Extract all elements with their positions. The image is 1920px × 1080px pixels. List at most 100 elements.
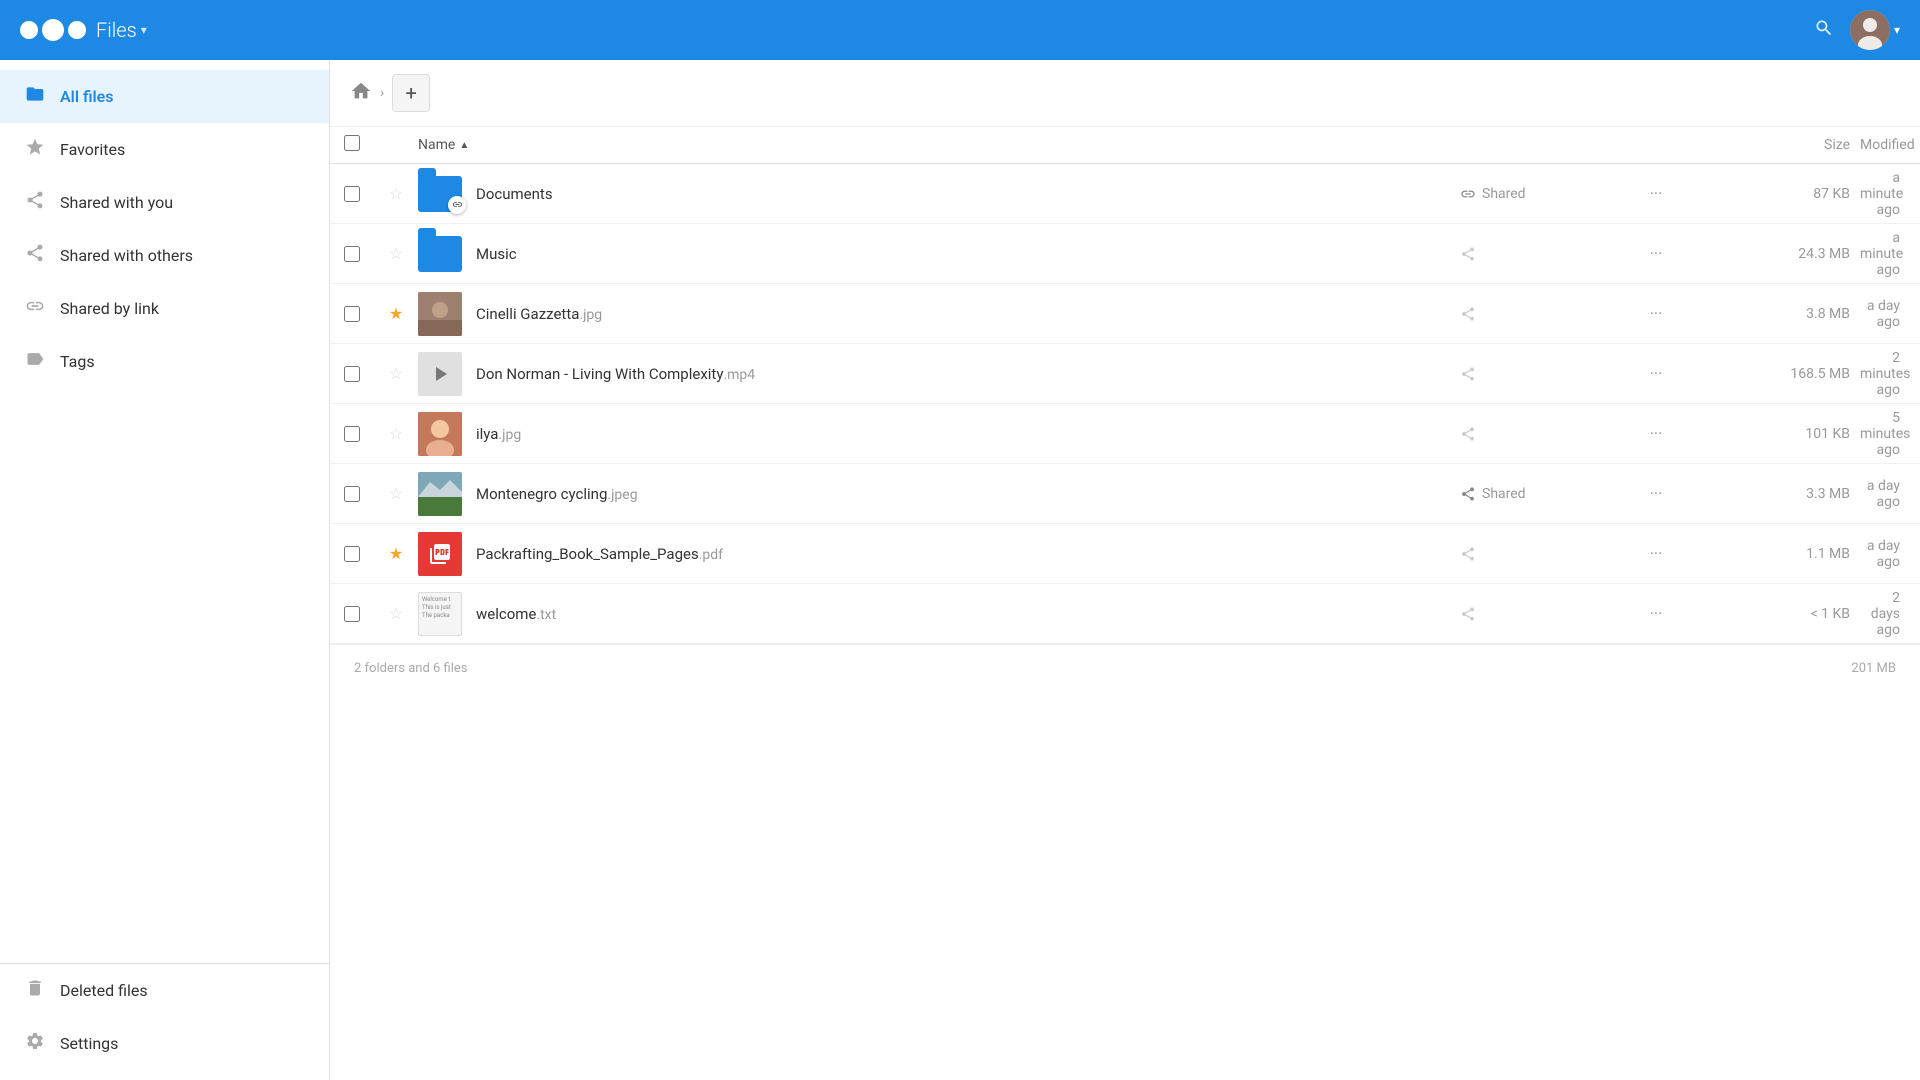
file-actions: ···: [1640, 358, 1720, 390]
sidebar-item-settings[interactable]: Settings: [0, 1017, 329, 1070]
sidebar-item-tags[interactable]: Tags: [0, 335, 329, 388]
file-size: 1.1 MB: [1720, 546, 1860, 562]
file-count-label: 2 folders and 6 files: [354, 661, 468, 676]
row-star[interactable]: ☆: [374, 484, 418, 503]
table-row[interactable]: ★ Cinelli Gazzetta.jpg ··· 3.8 MB a day …: [330, 284, 1920, 344]
row-star[interactable]: ☆: [374, 424, 418, 443]
more-actions-button[interactable]: ···: [1640, 238, 1672, 270]
row-star[interactable]: ☆: [374, 184, 418, 203]
file-shared-status: [1460, 246, 1640, 262]
app-logo[interactable]: Files ▾: [20, 18, 147, 42]
more-actions-button[interactable]: ···: [1640, 358, 1672, 390]
file-size: 24.3 MB: [1720, 246, 1860, 262]
sidebar-item-shared-with-you[interactable]: Shared with you: [0, 176, 329, 229]
avatar: [1850, 10, 1890, 50]
more-actions-button[interactable]: ···: [1640, 178, 1672, 210]
user-avatar-button[interactable]: ▾: [1850, 10, 1900, 50]
shared-with-others-icon: [24, 243, 46, 268]
sidebar-item-all-files-label: All files: [60, 87, 114, 106]
more-actions-button[interactable]: ···: [1640, 298, 1672, 330]
more-actions-button[interactable]: ···: [1640, 538, 1672, 570]
link-icon: [24, 296, 46, 321]
row-star[interactable]: ☆: [374, 364, 418, 383]
table-row[interactable]: ★ Packrafting_Book_Sample_Pages.pdf ··· …: [330, 524, 1920, 584]
row-star[interactable]: ★: [374, 304, 418, 323]
table-row[interactable]: ☆ Don Norman - Living With Complexity.mp…: [330, 344, 1920, 404]
row-checkbox-col: [330, 366, 374, 382]
table-row[interactable]: ☆ Music ··· 24.3 MB a minute ago: [330, 224, 1920, 284]
table-row[interactable]: ☆ Montenegro cycling.jpeg Shared ··· 3.3…: [330, 464, 1920, 524]
row-checkbox[interactable]: [344, 606, 360, 622]
row-star[interactable]: ☆: [374, 244, 418, 263]
home-breadcrumb[interactable]: [350, 80, 372, 107]
app-name[interactable]: Files ▾: [96, 18, 147, 42]
file-actions: ···: [1640, 418, 1720, 450]
file-actions: ···: [1640, 478, 1720, 510]
shared-label: Shared: [1482, 186, 1526, 202]
file-thumbnail: [418, 532, 462, 576]
more-actions-button[interactable]: ···: [1640, 598, 1672, 630]
table-row[interactable]: ☆ Welcome tThis is justThe packa welcome…: [330, 584, 1920, 644]
file-name: Don Norman - Living With Complexity.mp4: [476, 365, 755, 383]
table-row[interactable]: ☆ Documents Shared: [330, 164, 1920, 224]
sidebar: All files Favorites Shared with you Shar…: [0, 60, 330, 1080]
file-name: Documents: [476, 185, 553, 203]
gear-icon: [24, 1031, 46, 1056]
file-name: Cinelli Gazzetta.jpg: [476, 305, 602, 323]
row-checkbox[interactable]: [344, 186, 360, 202]
file-actions: ···: [1640, 178, 1720, 210]
file-size: < 1 KB: [1720, 606, 1860, 622]
row-checkbox[interactable]: [344, 486, 360, 502]
row-checkbox[interactable]: [344, 546, 360, 562]
header-checkbox-col: [330, 135, 374, 155]
main-content: › + Name ▲ Size Modified: [330, 60, 1920, 1080]
file-thumbnail: [418, 236, 462, 272]
logo-circle-small-2: [68, 21, 86, 39]
nextcloud-logo: [20, 19, 86, 41]
sidebar-item-settings-label: Settings: [60, 1034, 118, 1053]
file-size: 3.8 MB: [1720, 306, 1860, 322]
file-name: Packrafting_Book_Sample_Pages.pdf: [476, 545, 723, 563]
logo-circle-small-1: [20, 21, 38, 39]
file-modified: 2 minutes ago: [1860, 350, 1920, 398]
app-name-chevron-icon: ▾: [141, 23, 147, 37]
avatar-chevron-icon: ▾: [1894, 23, 1900, 37]
row-star[interactable]: ☆: [374, 604, 418, 623]
row-checkbox-col: [330, 306, 374, 322]
row-checkbox[interactable]: [344, 366, 360, 382]
shared-with-you-icon: [24, 190, 46, 215]
app-name-label: Files: [96, 18, 137, 42]
main-layout: All files Favorites Shared with you Shar…: [0, 60, 1920, 1080]
file-thumbnail: [418, 352, 462, 396]
file-name: ilya.jpg: [476, 425, 521, 443]
file-name-cell: Don Norman - Living With Complexity.mp4: [418, 352, 1460, 396]
file-shared-status: [1460, 306, 1640, 322]
row-checkbox[interactable]: [344, 306, 360, 322]
file-modified: a minute ago: [1860, 170, 1920, 218]
file-actions: ···: [1640, 538, 1720, 570]
sidebar-item-favorites[interactable]: Favorites: [0, 123, 329, 176]
header-name-col[interactable]: Name ▲: [418, 137, 1460, 153]
more-actions-button[interactable]: ···: [1640, 418, 1672, 450]
row-checkbox[interactable]: [344, 426, 360, 442]
sidebar-item-deleted-files[interactable]: Deleted files: [0, 964, 329, 1017]
file-name-cell: ilya.jpg: [418, 412, 1460, 456]
row-checkbox[interactable]: [344, 246, 360, 262]
file-shared-status: Shared: [1460, 486, 1640, 502]
row-star[interactable]: ★: [374, 544, 418, 563]
sidebar-item-all-files[interactable]: All files: [0, 70, 329, 123]
header-name-label: Name: [418, 137, 455, 153]
table-row[interactable]: ☆ ilya.jpg ··· 101 KB 5 minutes ago: [330, 404, 1920, 464]
sidebar-item-shared-by-link[interactable]: Shared by link: [0, 282, 329, 335]
file-thumbnail: [418, 412, 462, 456]
file-actions: ···: [1640, 598, 1720, 630]
sidebar-item-shared-with-others[interactable]: Shared with others: [0, 229, 329, 282]
select-all-checkbox[interactable]: [344, 135, 360, 151]
search-button[interactable]: [1814, 18, 1834, 43]
tag-icon: [24, 349, 46, 374]
more-actions-button[interactable]: ···: [1640, 478, 1672, 510]
add-new-button[interactable]: +: [392, 74, 430, 112]
shared-label: Shared: [1482, 486, 1526, 502]
top-navigation: Files ▾ ▾: [0, 0, 1920, 60]
row-checkbox-col: [330, 186, 374, 202]
